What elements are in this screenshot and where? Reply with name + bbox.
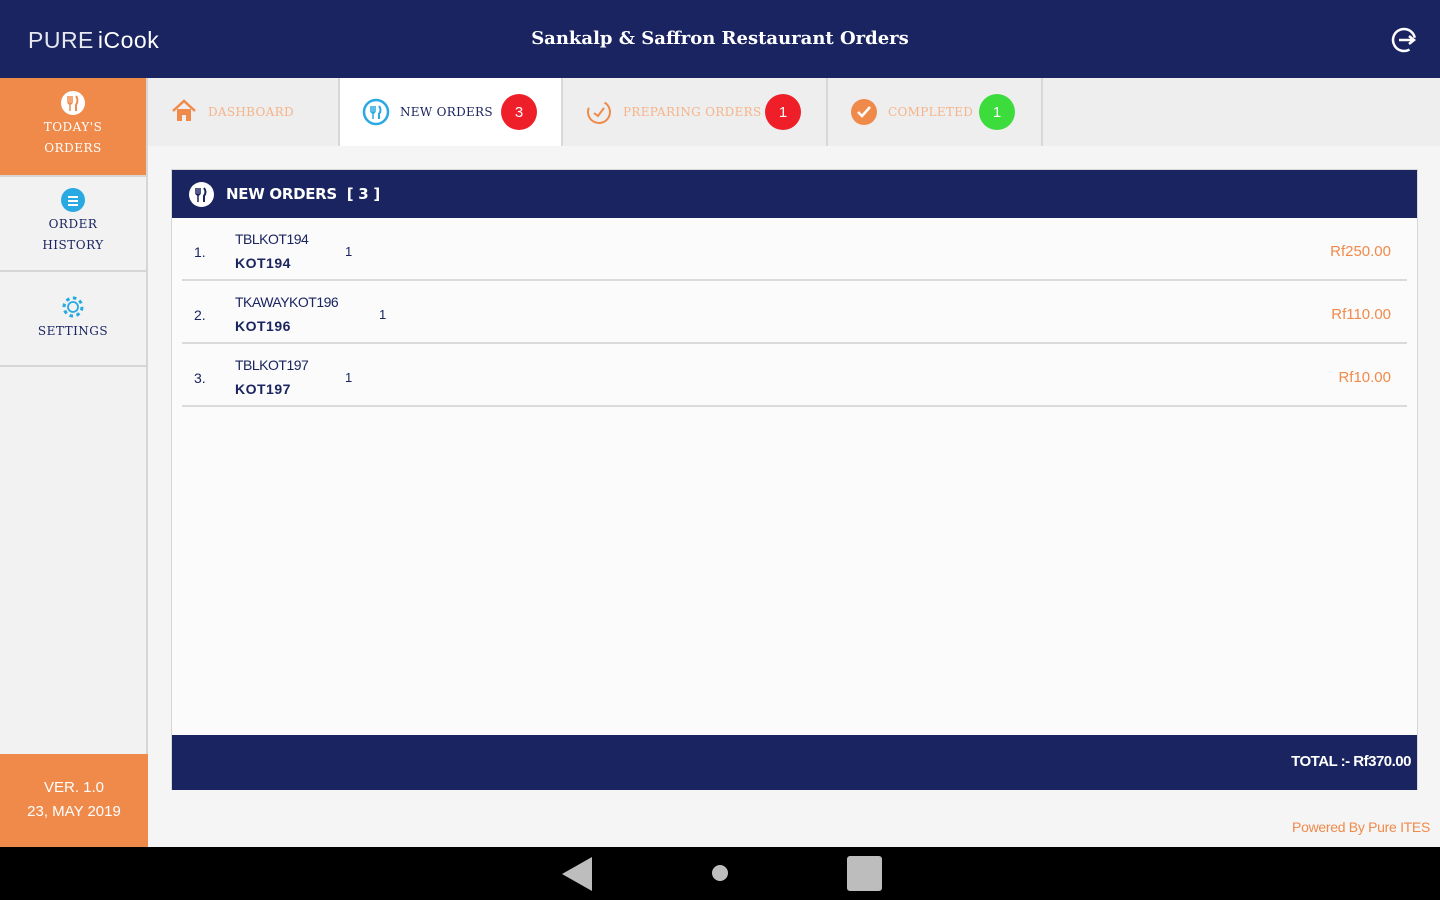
- sidebar: TODAY'S ORDERS ORDER HISTORY SETTINGS VE…: [0, 78, 148, 847]
- version-info: VER. 1.0 23, MAY 2019: [0, 754, 148, 847]
- sidebar-item-settings[interactable]: SETTINGS: [0, 272, 146, 365]
- divider: [0, 365, 146, 367]
- count-badge: 1: [765, 94, 801, 130]
- row-number: 2.: [194, 307, 206, 323]
- page-title: Sankalp & Saffron Restaurant Orders: [531, 28, 909, 49]
- order-amount: Rf110.00: [1331, 306, 1391, 323]
- home-button[interactable]: [712, 865, 728, 881]
- kot-number: KOT196: [235, 318, 291, 334]
- order-code: TKAWAYKOT196: [235, 294, 339, 310]
- order-code: TBLKOT197: [235, 357, 309, 373]
- order-quantity: 1: [345, 244, 353, 259]
- sidebar-item-todays-orders[interactable]: TODAY'S ORDERS: [0, 78, 146, 175]
- app-header: PURE iCook Sankalp & Saffron Restaurant O…: [0, 0, 1440, 78]
- order-count: [ 3 ]: [346, 185, 380, 203]
- home-icon: [172, 99, 196, 121]
- timer-icon: [587, 100, 611, 124]
- check-icon: [851, 99, 877, 125]
- tab-label: DASHBOARD: [208, 105, 294, 119]
- cutlery-icon: [189, 182, 214, 207]
- tab-label: NEW ORDERS: [400, 105, 493, 119]
- order-quantity: 1: [379, 307, 387, 322]
- order-code: TBLKOT194: [235, 231, 309, 247]
- gear-icon: [62, 296, 84, 318]
- count-badge: 3: [501, 94, 537, 130]
- order-row[interactable]: 1. TBLKOT194 KOT194 1 Rf250.00: [182, 218, 1407, 281]
- tab-dashboard[interactable]: DASHBOARD: [148, 78, 340, 146]
- system-nav-bar: [0, 847, 1440, 900]
- panel-title: NEW ORDERS [ 3 ]: [226, 185, 380, 203]
- logout-icon[interactable]: [1390, 26, 1418, 54]
- order-amount: Rf250.00: [1330, 243, 1391, 260]
- list-icon: [61, 188, 85, 212]
- order-row[interactable]: 2. TKAWAYKOT196 KOT196 1 Rf110.00: [182, 281, 1407, 344]
- kot-number: KOT194: [235, 255, 291, 271]
- sidebar-item-label: ORDERS: [44, 141, 102, 155]
- tab-bar: DASHBOARD NEW ORDERS 3 PREPARING ORDERS …: [148, 78, 1440, 146]
- tab-preparing-orders[interactable]: PREPARING ORDERS 1: [563, 78, 828, 146]
- order-row[interactable]: 3. TBLKOT197 KOT197 1 Rf10.00: [182, 344, 1407, 407]
- sidebar-item-label: TODAY'S: [43, 120, 103, 134]
- tab-new-orders[interactable]: NEW ORDERS 3: [340, 78, 563, 146]
- panel-footer: TOTAL :- Rf370.00: [172, 735, 1417, 790]
- sidebar-item-order-history[interactable]: ORDER HISTORY: [0, 177, 146, 270]
- tab-completed[interactable]: COMPLETED 1: [828, 78, 1043, 146]
- panel-header: NEW ORDERS [ 3 ]: [172, 170, 1417, 218]
- tab-label: COMPLETED: [888, 105, 974, 119]
- order-quantity: 1: [345, 370, 353, 385]
- sidebar-item-label: ORDER: [48, 217, 98, 231]
- powered-by: Powered By Pure ITES: [1292, 819, 1430, 835]
- row-number: 3.: [194, 370, 206, 386]
- cutlery-icon: [362, 98, 390, 126]
- count-badge: 1: [979, 94, 1015, 130]
- order-total: TOTAL :- Rf370.00: [1291, 753, 1411, 770]
- kot-number: KOT197: [235, 381, 291, 397]
- order-amount: Rf10.00: [1338, 369, 1391, 386]
- sidebar-item-label: SETTINGS: [37, 324, 109, 338]
- row-number: 1.: [194, 244, 206, 260]
- cutlery-icon: [61, 91, 85, 115]
- sidebar-item-label: HISTORY: [42, 238, 104, 252]
- tab-label: PREPARING ORDERS: [623, 105, 762, 119]
- version-date: 23, MAY 2019: [27, 803, 121, 820]
- version-label: VER. 1.0: [43, 779, 105, 796]
- orders-panel: NEW ORDERS [ 3 ] 1. TBLKOT194 KOT194 1 R…: [171, 169, 1418, 790]
- recents-button[interactable]: [847, 856, 882, 891]
- back-icon[interactable]: [560, 855, 594, 893]
